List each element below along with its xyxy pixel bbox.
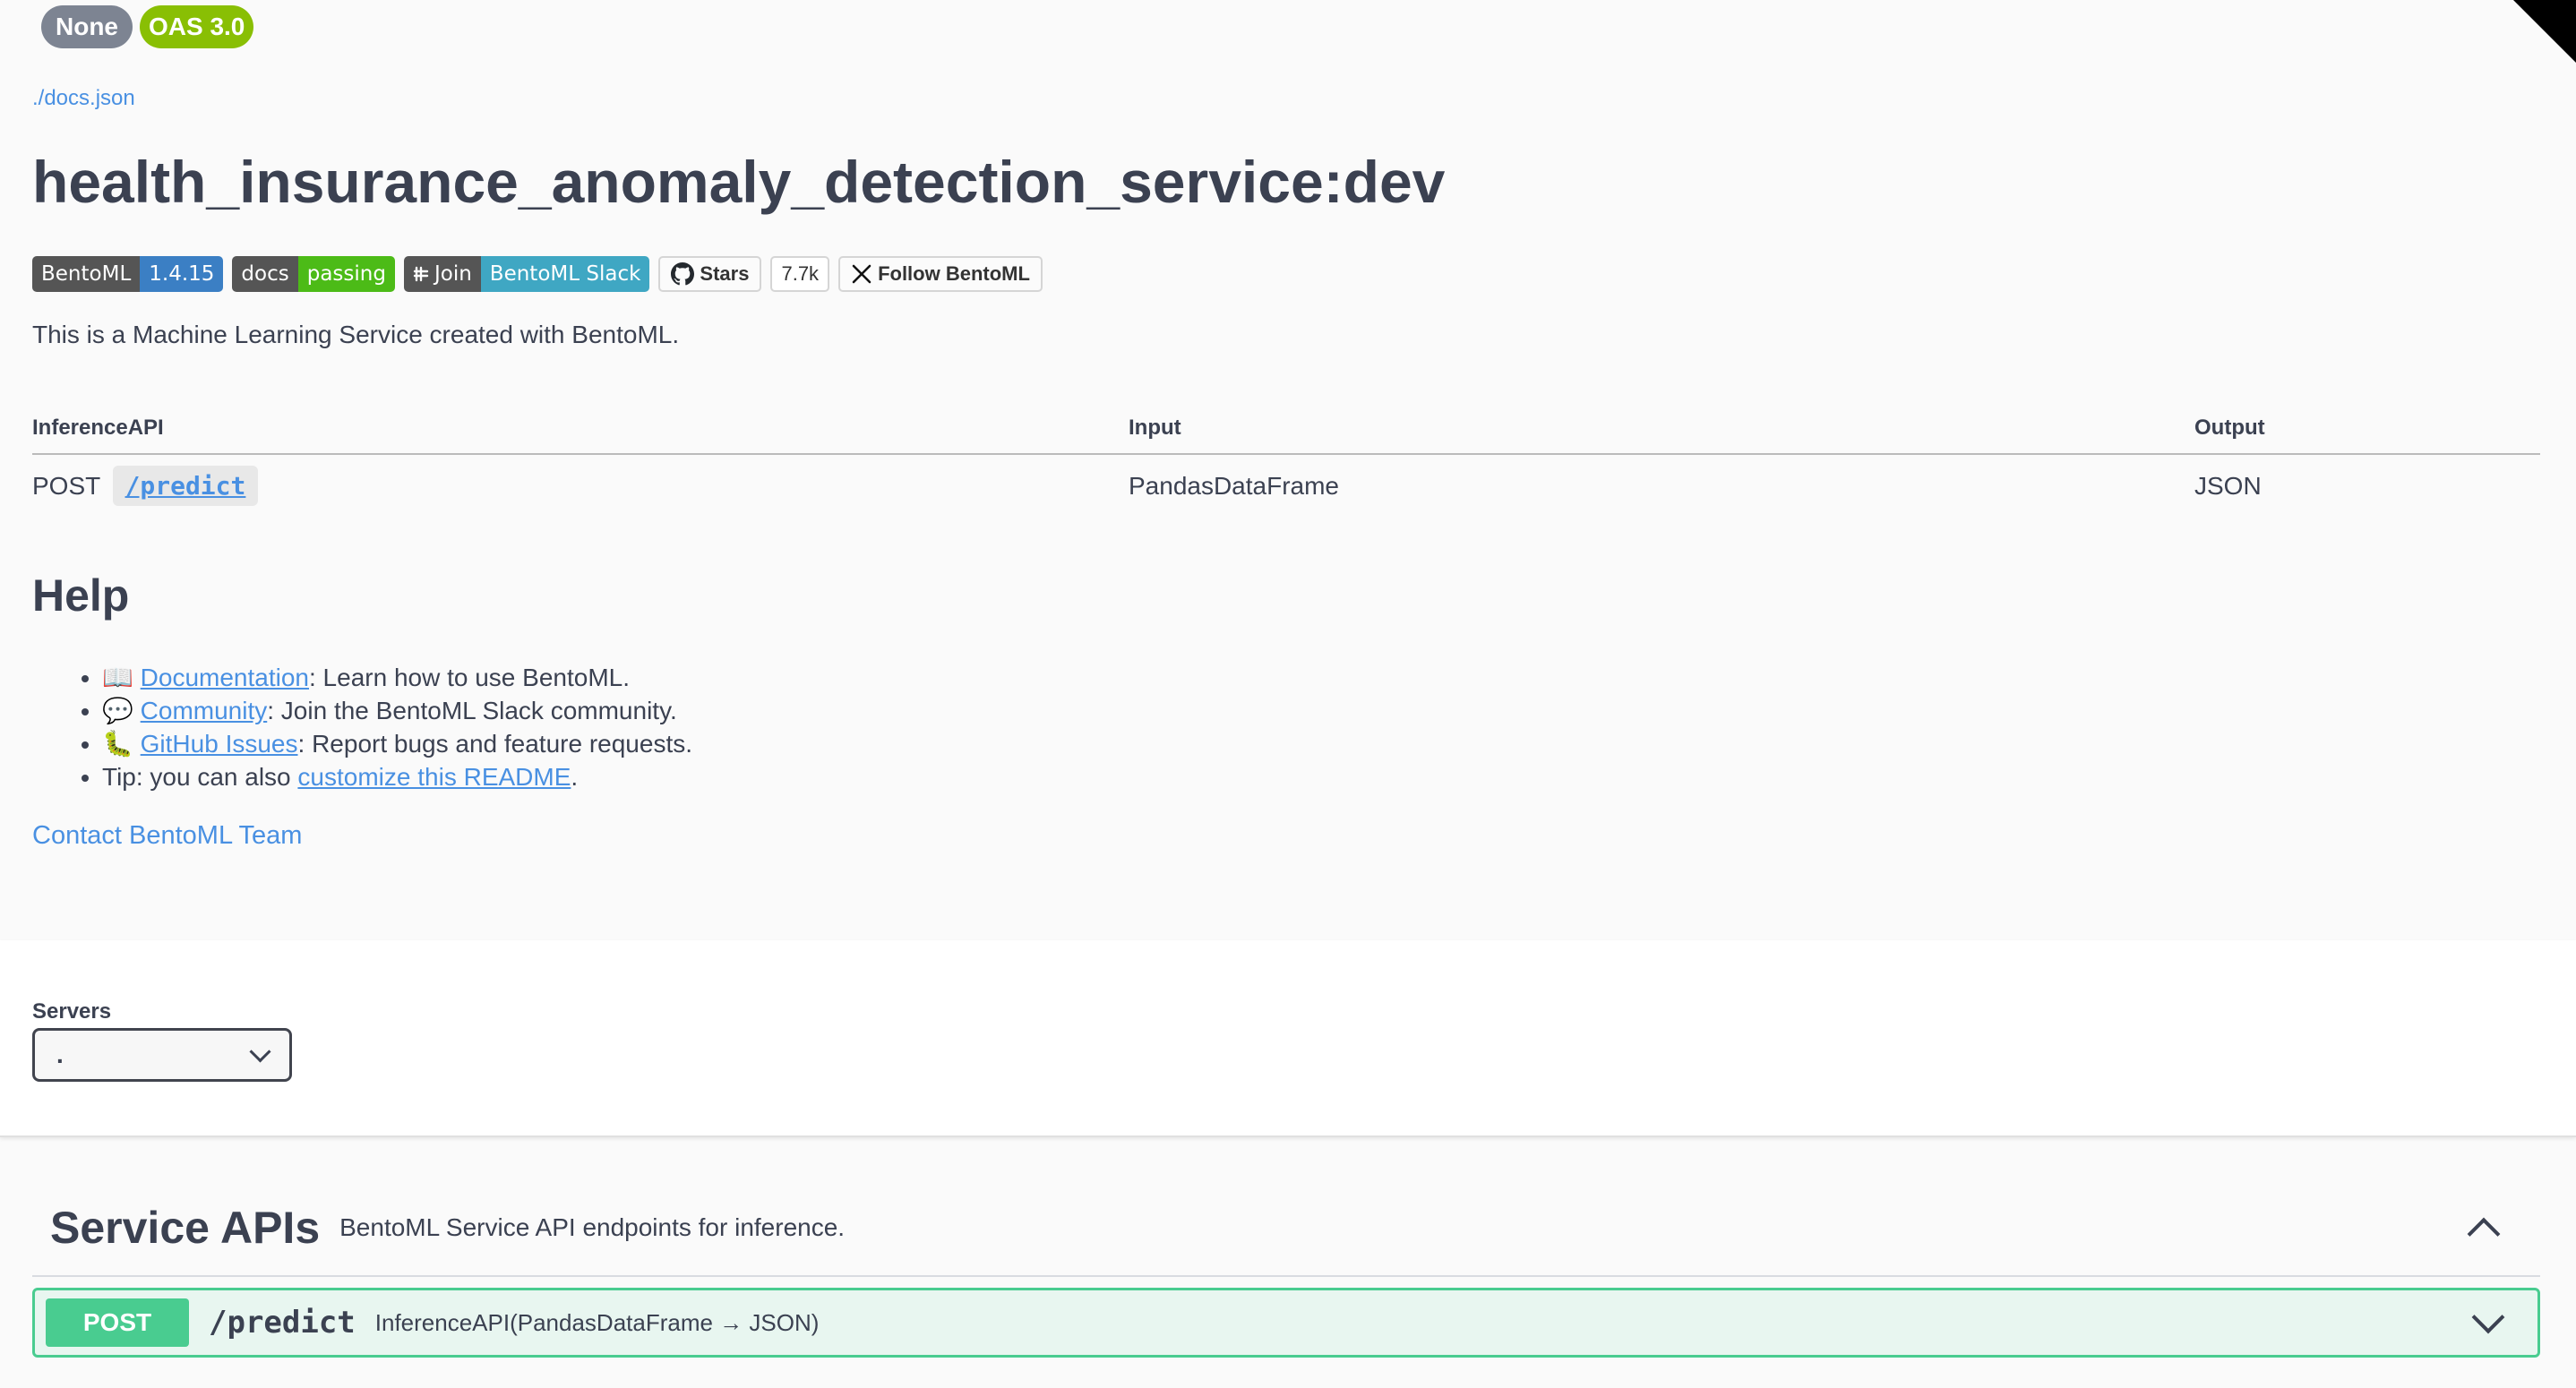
service-apis-tag-header[interactable]: Service APIs BentoML Service API endpoin… [32, 1180, 2540, 1277]
github-issues-link[interactable]: GitHub Issues [141, 730, 298, 758]
servers-label: Servers [32, 999, 112, 1024]
operation-summary: InferenceAPI(PandasDataFrame → JSON) [374, 1308, 820, 1336]
oas-badge: OAS 3.0 [140, 5, 254, 48]
slack-join: Join [403, 256, 481, 292]
table-row: POST /predict PandasDataFrame JSON [32, 454, 2540, 510]
output-cell: JSON [2194, 471, 2262, 500]
x-logo-icon [852, 264, 872, 284]
github-corner-icon[interactable] [2513, 0, 2576, 63]
chevron-down-icon [249, 1040, 271, 1063]
list-item: 💬 Community: Join the BentoML Slack comm… [102, 694, 692, 727]
help-heading: Help [32, 570, 130, 621]
tag-description: BentoML Service API endpoints for infere… [339, 1213, 846, 1241]
speech-bubble-icon: 💬 [102, 697, 133, 724]
bentoml-version-shield[interactable]: BentoML 1.4.15 [32, 256, 224, 292]
predict-operation[interactable]: POST /predict InferenceAPI(PandasDataFra… [32, 1288, 2540, 1358]
github-stars-count[interactable]: 7.7k [770, 256, 830, 292]
http-method: POST [32, 472, 100, 500]
github-icon [671, 262, 695, 286]
follow-x-button[interactable]: Follow BentoML [838, 256, 1043, 292]
shield-badges: BentoML 1.4.15 docs passing Join BentoML… [32, 256, 1043, 292]
contact-link[interactable]: Contact BentoML Team [32, 821, 302, 851]
documentation-link[interactable]: Documentation [141, 664, 309, 691]
list-item-text: . [571, 763, 579, 791]
servers-selected-value: . [56, 1041, 64, 1068]
shield-label: docs [232, 256, 298, 292]
column-header: Output [2194, 403, 2540, 455]
book-icon: 📖 [102, 664, 133, 691]
list-item-prefix: Tip: you can also [102, 763, 298, 791]
github-stars-button[interactable]: Stars [658, 256, 762, 292]
servers-select[interactable]: . [32, 1028, 292, 1082]
predict-endpoint-link[interactable]: /predict [112, 466, 259, 506]
endpoint-cell: POST /predict [32, 454, 1129, 510]
shield-label: Join [434, 262, 472, 286]
inference-api-table: InferenceAPI Input Output POST /predict … [32, 403, 2540, 510]
version-badges: None OAS 3.0 [41, 5, 254, 48]
list-item: Tip: you can also customize this README. [102, 760, 692, 793]
slack-icon [413, 266, 429, 282]
community-link[interactable]: Community [141, 697, 268, 724]
docs-json-link[interactable]: ./docs.json [32, 86, 135, 111]
customize-readme-link[interactable]: customize this README [297, 763, 571, 791]
tag-name: Service APIs [50, 1203, 321, 1253]
list-item: 🐛 GitHub Issues: Report bugs and feature… [102, 727, 692, 760]
follow-label: Follow BentoML [878, 262, 1030, 285]
operation-path: /predict [209, 1305, 356, 1341]
list-item-text: : Report bugs and feature requests. [297, 730, 693, 758]
bug-icon: 🐛 [102, 730, 133, 758]
post-method-badge: POST [46, 1298, 189, 1347]
service-apis-section: Service APIs BentoML Service API endpoin… [32, 1180, 2540, 1358]
shield-value: 1.4.15 [140, 256, 224, 292]
column-header: InferenceAPI [32, 403, 1129, 455]
service-description: This is a Machine Learning Service creat… [32, 321, 680, 348]
list-item-text: : Join the BentoML Slack community. [267, 697, 677, 724]
docs-shield[interactable]: docs passing [232, 256, 395, 292]
table-header-row: InferenceAPI Input Output [32, 403, 2540, 455]
servers-section: Servers . [0, 940, 2576, 1137]
shield-label: BentoML [32, 256, 141, 292]
shield-value: BentoML Slack [480, 256, 650, 292]
column-header: Input [1129, 403, 2194, 455]
info-section: None OAS 3.0 ./docs.json health_insuranc… [0, 0, 2576, 940]
list-item-text: : Learn how to use BentoML. [309, 664, 630, 691]
page-title: health_insurance_anomaly_detection_servi… [32, 149, 1446, 215]
help-list: 📖 Documentation: Learn how to use BentoM… [73, 661, 692, 793]
shield-value: passing [297, 256, 395, 292]
version-badge: None [41, 5, 133, 48]
chevron-up-icon[interactable] [2467, 1217, 2501, 1251]
slack-shield[interactable]: Join BentoML Slack [403, 256, 650, 292]
input-cell: PandasDataFrame [1129, 471, 1340, 500]
chevron-down-icon[interactable] [2471, 1300, 2505, 1334]
stars-label: Stars [700, 262, 750, 285]
list-item: 📖 Documentation: Learn how to use BentoM… [102, 661, 692, 694]
